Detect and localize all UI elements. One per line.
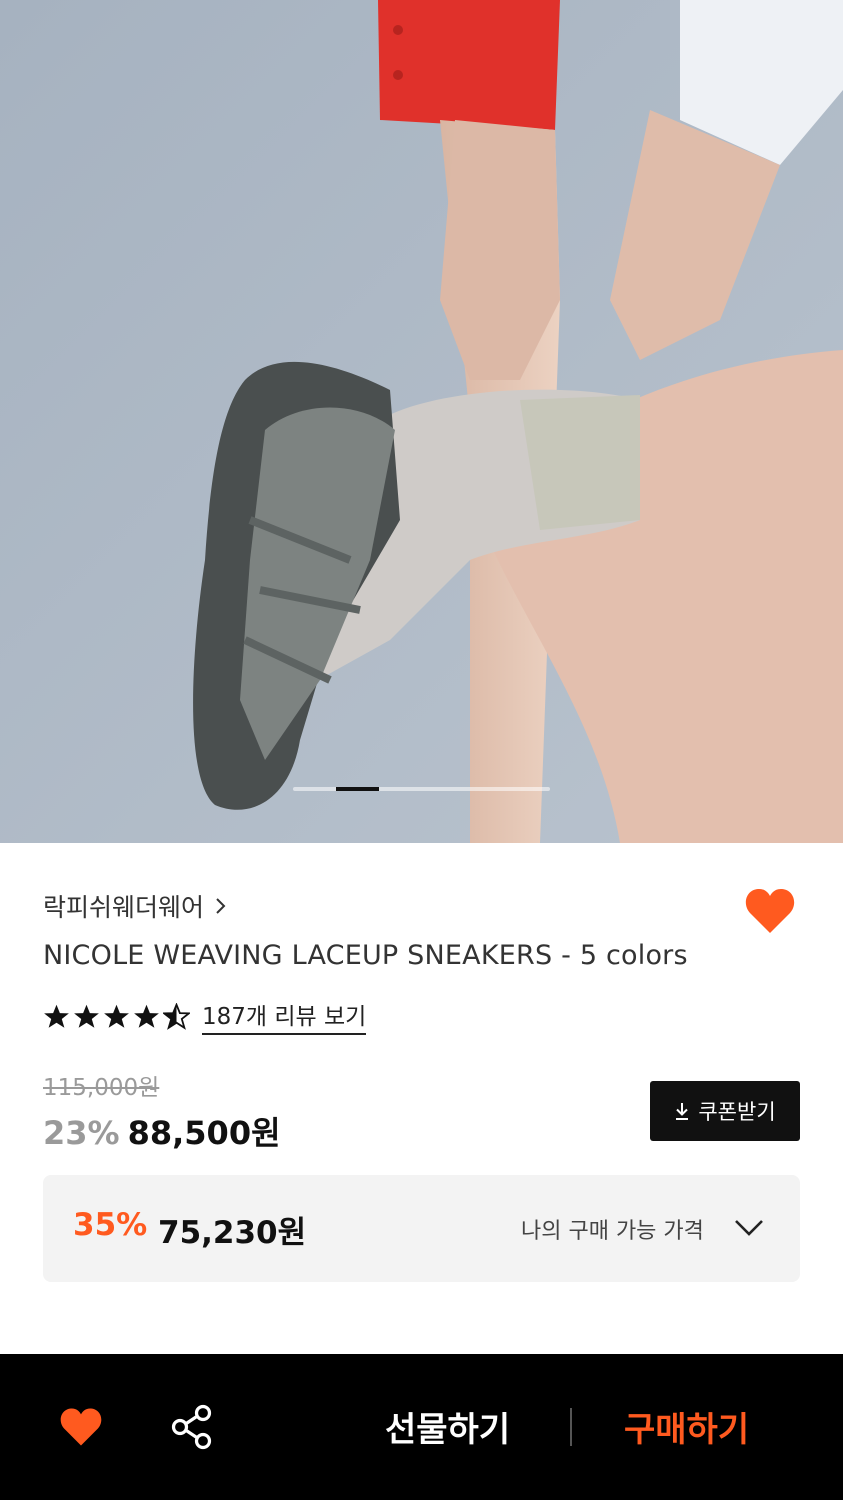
bottom-action-bar: 선물하기 구매하기 <box>0 1354 843 1500</box>
star-icon <box>104 1004 129 1028</box>
star-icon <box>44 1004 69 1028</box>
benefit-rate: 35% <box>73 1207 148 1243</box>
discount-rate: 23% <box>43 1114 120 1152</box>
image-pager-active <box>335 787 379 791</box>
benefit-label: 나의 구매 가능 가격 <box>521 1219 704 1244</box>
product-image[interactable] <box>0 0 843 843</box>
gift-button[interactable]: 선물하기 <box>385 1402 510 1451</box>
heart-icon[interactable] <box>744 886 796 936</box>
product-title: NICOLE WEAVING LACEUP SNEAKERS - 5 color… <box>43 940 688 971</box>
coupon-button[interactable]: 쿠폰받기 <box>650 1081 800 1141</box>
chevron-right-icon <box>216 898 226 914</box>
benefit-price: 75,230원 <box>158 1215 307 1251</box>
buy-button[interactable]: 구매하기 <box>624 1402 749 1451</box>
star-icon <box>74 1004 99 1028</box>
brand-name: 락피쉬웨더웨어 <box>43 893 205 922</box>
original-price: 115,000원 <box>43 1075 160 1101</box>
price-row: 23% 88,500원 <box>43 1108 281 1154</box>
star-icon <box>134 1004 159 1028</box>
download-icon <box>676 1103 689 1120</box>
heart-icon[interactable] <box>59 1406 103 1448</box>
image-pager <box>293 787 550 791</box>
coupon-label: 쿠폰받기 <box>698 1100 776 1124</box>
rating-row: 187개 리뷰 보기 <box>43 996 367 1036</box>
my-price-dropdown[interactable]: 35% 75,230원 나의 구매 가능 가격 <box>43 1175 800 1282</box>
share-icon[interactable] <box>170 1404 214 1450</box>
divider <box>570 1408 572 1446</box>
chevron-down-icon <box>735 1220 763 1236</box>
rating-stars <box>43 1002 190 1030</box>
brand-link[interactable]: 락피쉬웨더웨어 <box>43 888 228 924</box>
half-star-icon <box>163 1002 190 1030</box>
sale-price: 88,500원 <box>127 1114 281 1152</box>
review-link[interactable]: 187개 리뷰 보기 <box>202 997 367 1035</box>
